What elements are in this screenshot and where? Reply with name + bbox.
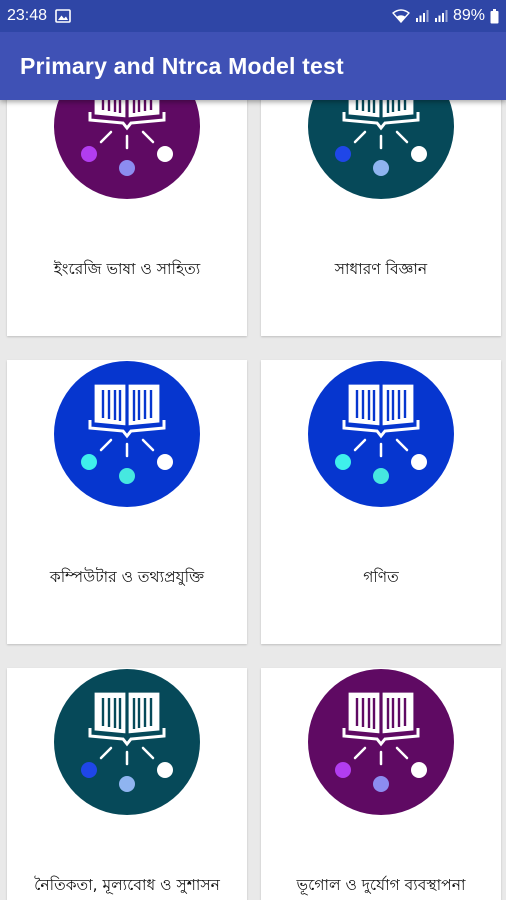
subject-label: কম্পিউটার ও তথ্যপ্রযুক্তি — [49, 568, 205, 586]
subject-label: সাধারণ বিজ্ঞান — [334, 260, 428, 278]
clock: 23:48 — [7, 7, 48, 24]
subject-card-computer[interactable]: কম্পিউটার ও তথ্যপ্রযুক্তি — [7, 360, 247, 644]
app-title: Primary and Ntrca Model test — [20, 52, 344, 79]
book-network-icon — [308, 669, 454, 815]
battery-percent: 89% — [452, 7, 485, 24]
app-bar: Primary and Ntrca Model test — [0, 32, 506, 100]
book-network-icon — [54, 361, 200, 507]
image-notification-icon — [55, 9, 71, 23]
subject-label: গণিত — [363, 568, 399, 586]
book-network-icon — [54, 669, 200, 815]
subject-label: নৈতিকতা, মূল্যবোধ ও সুশাসন — [34, 876, 220, 894]
subject-card-math[interactable]: গণিত — [261, 360, 501, 644]
battery-icon — [490, 8, 499, 23]
wifi-icon — [391, 9, 410, 23]
subject-label: ভূগোল ও দুর্যোগ ব্যবস্থাপনা — [296, 876, 466, 894]
status-bar: 23:48 89% — [0, 0, 506, 32]
book-network-icon — [308, 361, 454, 507]
subject-grid: ইংরেজি ভাষা ও সাহিত্য সাধারণ বিজ্ঞান কম্… — [0, 0, 506, 900]
subject-label: ইংরেজি ভাষা ও সাহিত্য — [53, 260, 201, 278]
subject-card-ethics[interactable]: নৈতিকতা, মূল্যবোধ ও সুশাসন — [7, 668, 247, 900]
subject-card-geography[interactable]: ভূগোল ও দুর্যোগ ব্যবস্থাপনা — [261, 668, 501, 900]
signal-icon — [415, 10, 429, 22]
signal-icon-2 — [434, 10, 448, 22]
